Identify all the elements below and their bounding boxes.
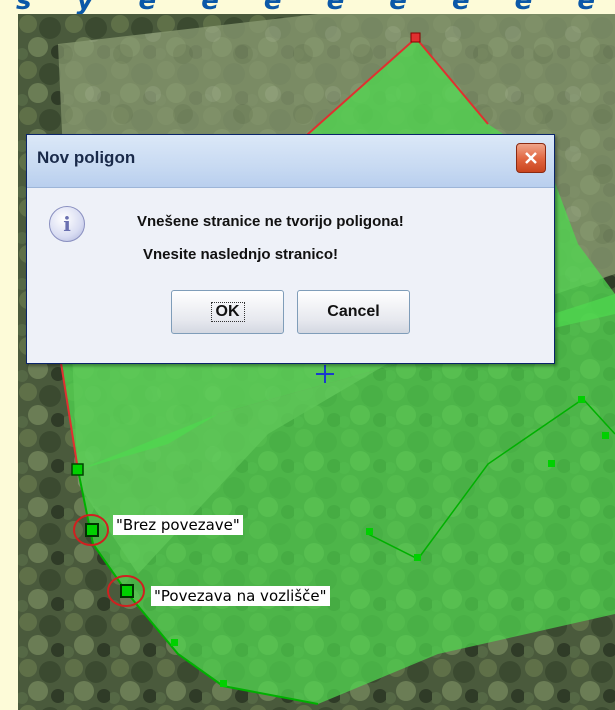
label-node-connection: "Povezava na vozlišče" — [151, 586, 330, 606]
dialog-message-line2: Vnesite naslednjo stranico! — [143, 246, 339, 263]
close-icon — [525, 152, 537, 164]
info-icon: i — [49, 206, 85, 242]
close-button[interactable] — [516, 143, 546, 173]
vertex-red — [410, 32, 421, 43]
label-no-connection: "Brez povezave" — [113, 515, 243, 535]
dialog-titlebar[interactable]: Nov poligon — [27, 135, 554, 188]
message-dialog: Nov poligon i Vnešene stranice ne tvorij… — [26, 134, 555, 364]
vertex-start — [71, 463, 84, 476]
dialog-title: Nov poligon — [37, 148, 136, 167]
vertex-no-connection — [85, 523, 99, 537]
ok-button-label: OK — [210, 302, 245, 322]
dialog-body: i Vnešene stranice ne tvorijo poligona! … — [27, 188, 554, 363]
cancel-button[interactable]: Cancel — [297, 290, 410, 334]
dialog-message-line1: Vnešene stranice ne tvorijo poligona! — [137, 213, 404, 230]
ok-button[interactable]: OK — [171, 290, 284, 334]
vertex-node-connection — [120, 584, 134, 598]
cancel-button-label: Cancel — [327, 303, 380, 320]
